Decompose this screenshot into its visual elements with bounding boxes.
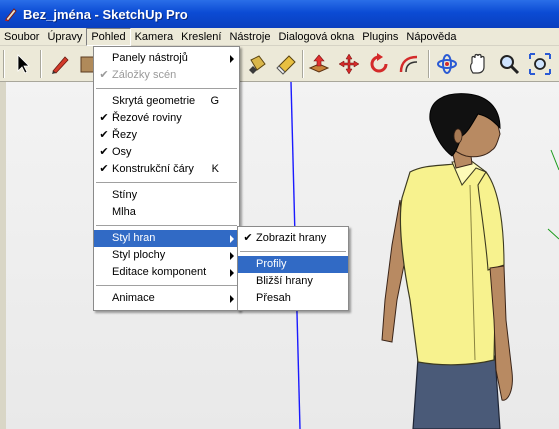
menu-item-rezy[interactable]: ✔ Řezy	[94, 127, 239, 144]
line-tool-button[interactable]	[45, 49, 75, 79]
push-pull-icon	[308, 54, 330, 73]
submenu-arrow-icon	[230, 55, 234, 63]
move-tool-button[interactable]	[334, 49, 364, 79]
submenu-arrow-icon	[230, 269, 234, 277]
menu-item-konstrukcni-cary[interactable]: ✔ Konstrukční čáry K	[94, 161, 239, 178]
orbit-tool-button[interactable]	[432, 49, 462, 79]
menu-item-animace[interactable]: Animace	[94, 290, 239, 307]
menu-item-panely-nastroju[interactable]: Panely nástrojů	[94, 50, 239, 67]
menu-dialogova-okna[interactable]: Dialogová okna	[274, 28, 358, 46]
paint-bucket-button[interactable]	[242, 49, 272, 79]
eraser-icon	[276, 55, 296, 75]
menu-bar: Soubor Úpravy Pohled Kamera Kreslení Nás…	[0, 27, 559, 46]
menu-separator	[240, 251, 346, 252]
orbit-icon	[437, 54, 457, 74]
menu-item-blizsi-hrany[interactable]: Bližší hrany	[238, 273, 348, 290]
submenu-arrow-icon	[230, 235, 234, 243]
arrow-cursor-icon	[17, 54, 30, 74]
sketchup-app-icon[interactable]	[3, 6, 19, 22]
offset-icon	[399, 55, 418, 73]
menu-item-zobrazit-hrany[interactable]: ✔ Zobrazit hrany	[238, 230, 348, 247]
select-tool-button[interactable]	[8, 49, 38, 79]
zoom-tool-button[interactable]	[494, 49, 524, 79]
menu-item-skryta-geometrie[interactable]: Skrytá geometrie G	[94, 93, 239, 110]
green-axis-line	[547, 228, 559, 240]
shortcut-label: K	[211, 163, 219, 175]
toolbar-separator	[428, 50, 430, 78]
menu-item-zalozky-scen: ✔ Záložky scén	[94, 67, 239, 84]
pohled-menu-dropdown: Panely nástrojů ✔ Záložky scén Skrytá ge…	[93, 46, 240, 311]
zoom-extents-button[interactable]	[525, 49, 555, 79]
person-figure-icon	[381, 93, 513, 429]
submenu-arrow-icon	[230, 295, 234, 303]
zoom-extents-icon	[529, 53, 551, 75]
rotate-icon	[370, 53, 388, 73]
green-axis-line	[550, 149, 559, 171]
menu-plugins[interactable]: Plugins	[358, 28, 402, 46]
menu-item-editace-komponent[interactable]: Editace komponent	[94, 264, 239, 281]
checkmark-icon: ✔	[99, 146, 109, 158]
menu-item-mlha[interactable]: Mlha	[94, 204, 239, 221]
menu-item-osy[interactable]: ✔ Osy	[94, 144, 239, 161]
menu-napoveda[interactable]: Nápověda	[402, 28, 460, 46]
submenu-arrow-icon	[230, 252, 234, 260]
menu-item-profily[interactable]: Profily	[238, 256, 348, 273]
menu-item-presah[interactable]: Přesah	[238, 290, 348, 307]
rotate-tool-button[interactable]	[364, 49, 394, 79]
pan-tool-button[interactable]	[463, 49, 493, 79]
checkmark-icon: ✔	[99, 112, 109, 124]
offset-tool-button[interactable]	[394, 49, 424, 79]
styl-hran-submenu: ✔ Zobrazit hrany Profily Bližší hrany Př…	[237, 226, 349, 311]
checkmark-icon: ✔	[99, 163, 109, 175]
menu-item-styl-hran[interactable]: Styl hran	[94, 230, 239, 247]
window-title: Bez_jména - SketchUp Pro	[23, 6, 188, 22]
move-arrows-icon	[338, 53, 360, 75]
menu-separator	[96, 225, 237, 226]
shortcut-label: G	[210, 95, 219, 107]
paint-bucket-icon	[249, 55, 266, 74]
menu-separator	[96, 182, 237, 183]
menu-item-styl-plochy[interactable]: Styl plochy	[94, 247, 239, 264]
toolbar-grip[interactable]	[3, 50, 5, 78]
menu-separator	[96, 88, 237, 89]
menu-kresleni[interactable]: Kreslení	[177, 28, 225, 46]
menu-nastroje[interactable]: Nástroje	[225, 28, 274, 46]
menu-item-rezove-roviny[interactable]: ✔ Řezové roviny	[94, 110, 239, 127]
title-bar: Bez_jména - SketchUp Pro	[0, 0, 559, 28]
toolbar-separator	[40, 50, 42, 78]
menu-separator	[96, 285, 237, 286]
menu-kamera[interactable]: Kamera	[131, 28, 178, 46]
eraser-tool-button[interactable]	[272, 49, 302, 79]
menu-upravy[interactable]: Úpravy	[43, 28, 86, 46]
hand-icon	[470, 53, 485, 74]
menu-item-stiny[interactable]: Stíny	[94, 187, 239, 204]
checkmark-icon: ✔	[99, 129, 109, 141]
menu-pohled[interactable]: Pohled	[86, 27, 131, 46]
pencil-icon	[52, 56, 69, 74]
checkmark-icon: ✔	[243, 232, 253, 244]
push-pull-tool-button[interactable]	[304, 49, 334, 79]
toolbar	[0, 46, 559, 82]
menu-soubor[interactable]: Soubor	[0, 28, 43, 46]
magnifier-icon	[500, 55, 520, 75]
checkmark-icon: ✔	[99, 69, 109, 81]
